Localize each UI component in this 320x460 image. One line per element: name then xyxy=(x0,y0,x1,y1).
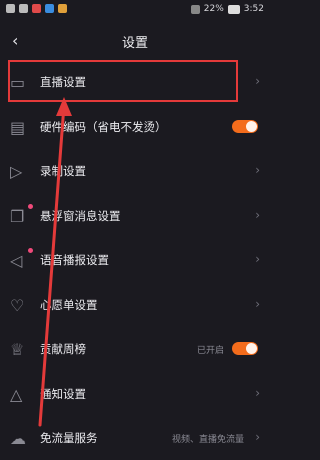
cloud-icon: ☁ xyxy=(10,429,26,448)
settings-row[interactable]: ☁ 免流量服务 视频、直播免流量 › xyxy=(0,416,270,460)
settings-row[interactable]: △ 通知设置 › xyxy=(0,372,270,416)
chevron-right-icon: › xyxy=(255,207,260,222)
chevron-right-icon: › xyxy=(255,296,260,311)
trophy-icon: ♕ xyxy=(10,340,25,359)
app-notification-icon xyxy=(58,4,67,13)
bell-icon: △ xyxy=(10,384,23,404)
wifi-icon xyxy=(19,4,28,13)
window-icon: ❐ xyxy=(10,206,25,226)
settings-row[interactable]: ▷ 录制设置 › xyxy=(0,149,270,193)
settings-row[interactable]: ◁ 语音播报设置 › xyxy=(0,238,270,282)
toggle-knob xyxy=(246,343,257,354)
heart-icon: ♡ xyxy=(10,295,25,315)
settings-row[interactable]: ♡ 心愿单设置 › xyxy=(0,283,270,327)
device-icon: ▤ xyxy=(10,117,26,137)
signal-icon xyxy=(6,4,15,13)
settings-row-label: 心愿单设置 xyxy=(40,297,98,312)
settings-row[interactable]: ❐ 悬浮窗消息设置 › xyxy=(0,194,270,238)
chevron-right-icon: › xyxy=(255,252,260,266)
settings-row-label: 免流量服务 xyxy=(40,431,98,445)
chevron-right-icon: › xyxy=(255,385,260,400)
chevron-right-icon: › xyxy=(255,74,260,88)
app-notification-icon xyxy=(32,4,41,13)
settings-row-label: 通知设置 xyxy=(40,386,86,401)
toggle-switch[interactable] xyxy=(232,119,258,133)
battery-percent: 22% xyxy=(203,4,224,14)
status-left-icons xyxy=(6,4,67,13)
status-right: 22% 3:52 xyxy=(190,4,264,14)
notification-dot xyxy=(28,248,33,253)
settings-row-status: 已开启 xyxy=(196,346,224,356)
title-bar: ‹ 设置 xyxy=(0,24,270,60)
notification-dot xyxy=(28,203,33,209)
toggle-switch[interactable] xyxy=(232,342,258,355)
settings-row[interactable]: ▤ 硬件编码（省电不发烫） xyxy=(0,105,270,149)
page-title: 设置 xyxy=(121,36,148,51)
chevron-right-icon: › xyxy=(255,163,260,177)
status-bar: 22% 3:52 xyxy=(0,0,270,20)
highlight-box xyxy=(8,60,238,102)
settings-row-label: 录制设置 xyxy=(40,164,86,178)
toggle-knob xyxy=(246,120,257,132)
video-icon: ▷ xyxy=(10,162,23,181)
settings-row-status: 视频、直播免流量 xyxy=(171,435,244,445)
settings-row-label: 硬件编码（省电不发烫） xyxy=(40,119,167,134)
app-notification-icon xyxy=(45,4,54,13)
clock: 3:52 xyxy=(243,4,264,14)
battery-icon xyxy=(227,4,240,14)
speaker-icon: ◁ xyxy=(10,251,23,270)
settings-row[interactable]: ♕ 贡献周榜 已开启 xyxy=(0,327,270,371)
settings-row-label: 悬浮窗消息设置 xyxy=(40,208,121,223)
settings-row-label: 贡献周榜 xyxy=(40,342,86,356)
settings-row-label: 语音播报设置 xyxy=(40,253,109,267)
chevron-right-icon: › xyxy=(255,430,260,444)
nfc-icon xyxy=(190,4,200,14)
